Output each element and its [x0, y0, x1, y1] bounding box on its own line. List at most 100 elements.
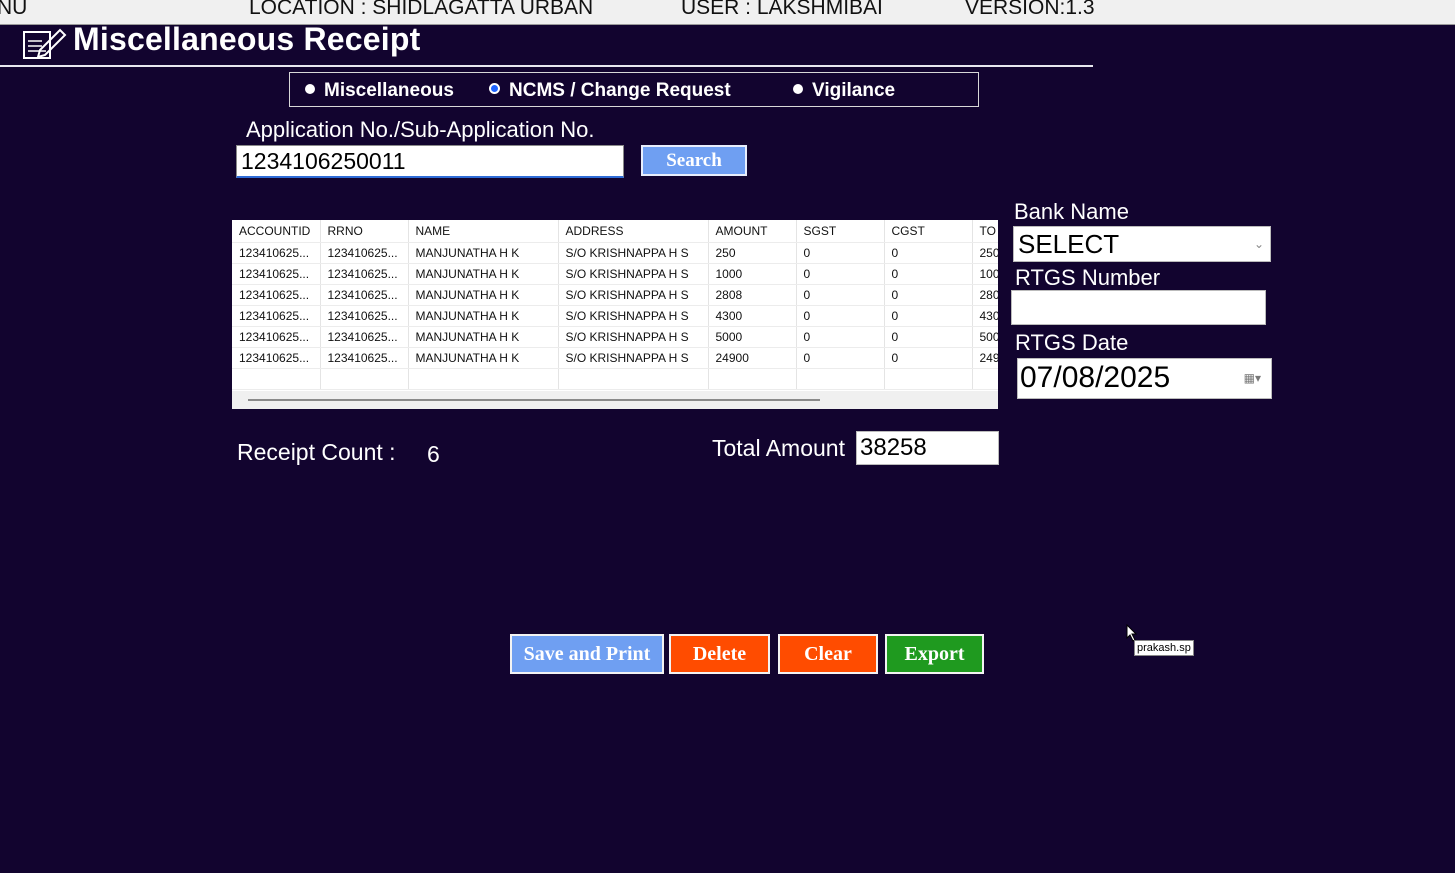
clear-button[interactable]: Clear	[778, 634, 878, 674]
radio-ncms-change-request[interactable]: NCMS / Change Request	[489, 80, 731, 102]
table-cell: MANJUNATHA H K	[408, 284, 559, 306]
total-amount-label: Total Amount	[712, 435, 845, 461]
table-cell: 123410625...	[320, 326, 409, 348]
menu-fragment[interactable]: NU	[0, 0, 27, 18]
rtgs-number-input[interactable]	[1011, 290, 1266, 325]
radio-dot-icon	[305, 83, 315, 94]
radio-miscellaneous[interactable]: Miscellaneous	[305, 80, 454, 102]
table-cell: S/O KRISHNAPPA H S	[558, 326, 709, 348]
scrollbar-thumb[interactable]	[248, 399, 820, 401]
radio-dot-icon	[793, 83, 803, 94]
bank-name-label: Bank Name	[1014, 199, 1129, 224]
table-cell: MANJUNATHA H K	[408, 326, 559, 348]
table-cell: 280	[972, 284, 998, 306]
table-cell: 0	[796, 284, 885, 306]
table-cell: 0	[796, 305, 885, 327]
table-cell: 123410625...	[320, 263, 409, 285]
table-cell: 4300	[708, 305, 797, 327]
table-cell: 0	[796, 326, 885, 348]
table-row[interactable]: 123410625... 123410625... MANJUNATHA H K…	[232, 242, 998, 264]
table-row[interactable]: 123410625... 123410625... MANJUNATHA H K…	[232, 347, 998, 369]
table-cell: 0	[796, 242, 885, 264]
horizontal-scrollbar[interactable]	[232, 391, 998, 409]
column-header[interactable]: TO	[972, 220, 998, 243]
table-cell: 123410625...	[232, 242, 321, 264]
table-cell: 430	[972, 305, 998, 327]
table-cell: S/O KRISHNAPPA H S	[558, 284, 709, 306]
user-tooltip: prakash.sp	[1134, 640, 1194, 656]
title-divider	[0, 65, 1093, 67]
table-cell: MANJUNATHA H K	[408, 305, 559, 327]
table-cell: 123410625...	[320, 284, 409, 306]
column-header[interactable]: ACCOUNTID	[232, 220, 321, 243]
receipt-count-value: 6	[427, 441, 440, 467]
radio-label: Miscellaneous	[324, 80, 454, 101]
table-cell: 123410625...	[232, 305, 321, 327]
table-cell: 5000	[708, 326, 797, 348]
table-cell: S/O KRISHNAPPA H S	[558, 305, 709, 327]
table-row[interactable]: 123410625... 123410625... MANJUNATHA H K…	[232, 284, 998, 306]
table-cell: 123410625...	[232, 263, 321, 285]
table-cell: 24900	[708, 347, 797, 369]
table-cell: 0	[884, 326, 973, 348]
table-cell: MANJUNATHA H K	[408, 263, 559, 285]
column-header[interactable]: RRNO	[320, 220, 409, 243]
radio-label: Vigilance	[812, 80, 896, 101]
chevron-down-icon[interactable]: ⌄	[1254, 237, 1264, 251]
radio-selected-icon	[489, 83, 500, 95]
user-text: USER : LAKSHMIBAI	[681, 0, 883, 19]
table-cell: 0	[884, 284, 973, 306]
edit-document-icon	[23, 28, 67, 59]
table-cell: S/O KRISHNAPPA H S	[558, 242, 709, 264]
table-row[interactable]: 123410625... 123410625... MANJUNATHA H K…	[232, 326, 998, 348]
table-cell: 0	[796, 347, 885, 369]
grid-header-row: ACCOUNTID RRNO NAME ADDRESS AMOUNT SGST …	[232, 220, 998, 243]
column-header[interactable]: SGST	[796, 220, 885, 243]
rtgs-date-value: 07/08/2025	[1020, 361, 1171, 394]
table-cell: S/O KRISHNAPPA H S	[558, 347, 709, 369]
table-cell: 0	[884, 263, 973, 285]
table-cell: 123410625...	[232, 326, 321, 348]
application-number-input[interactable]	[236, 145, 624, 178]
table-cell: 123410625...	[320, 347, 409, 369]
table-cell: 123410625...	[232, 347, 321, 369]
table-cell: 249	[972, 347, 998, 369]
rtgs-date-picker[interactable]: 07/08/2025 ▦▾	[1017, 358, 1272, 399]
radio-vigilance[interactable]: Vigilance	[793, 80, 895, 102]
bank-name-value: SELECT	[1018, 229, 1120, 259]
version-text: VERSION:1.3	[965, 0, 1095, 19]
table-cell: 250	[708, 242, 797, 264]
rtgs-date-label: RTGS Date	[1015, 330, 1129, 355]
search-button[interactable]: Search	[641, 145, 747, 176]
column-header[interactable]: ADDRESS	[558, 220, 709, 243]
receipt-grid[interactable]: ACCOUNTID RRNO NAME ADDRESS AMOUNT SGST …	[232, 220, 998, 409]
table-cell: 0	[884, 347, 973, 369]
column-header[interactable]: NAME	[408, 220, 559, 243]
table-cell: MANJUNATHA H K	[408, 242, 559, 264]
receipt-count-label: Receipt Count :	[237, 439, 396, 465]
table-cell: 0	[884, 305, 973, 327]
total-amount-field: 38258	[856, 431, 999, 465]
calendar-dropdown-icon[interactable]: ▦▾	[1244, 371, 1261, 385]
save-and-print-button[interactable]: Save and Print	[510, 634, 664, 674]
table-cell: 1000	[708, 263, 797, 285]
table-cell: 123410625...	[320, 305, 409, 327]
table-cell: MANJUNATHA H K	[408, 347, 559, 369]
empty-row	[232, 368, 998, 390]
table-row[interactable]: 123410625... 123410625... MANJUNATHA H K…	[232, 305, 998, 327]
delete-button[interactable]: Delete	[669, 634, 770, 674]
table-row[interactable]: 123410625... 123410625... MANJUNATHA H K…	[232, 263, 998, 285]
table-cell: 0	[884, 242, 973, 264]
table-cell: 123410625...	[232, 284, 321, 306]
column-header[interactable]: AMOUNT	[708, 220, 797, 243]
export-button[interactable]: Export	[885, 634, 984, 674]
receipt-type-group: Miscellaneous NCMS / Change Request Vigi…	[289, 72, 979, 107]
table-cell: S/O KRISHNAPPA H S	[558, 263, 709, 285]
table-cell: 100	[972, 263, 998, 285]
rtgs-number-label: RTGS Number	[1015, 265, 1161, 290]
table-cell: 2808	[708, 284, 797, 306]
column-header[interactable]: CGST	[884, 220, 973, 243]
application-number-label: Application No./Sub-Application No.	[246, 117, 595, 142]
bank-name-select[interactable]: SELECT ⌄	[1013, 226, 1271, 262]
table-cell: 0	[796, 263, 885, 285]
